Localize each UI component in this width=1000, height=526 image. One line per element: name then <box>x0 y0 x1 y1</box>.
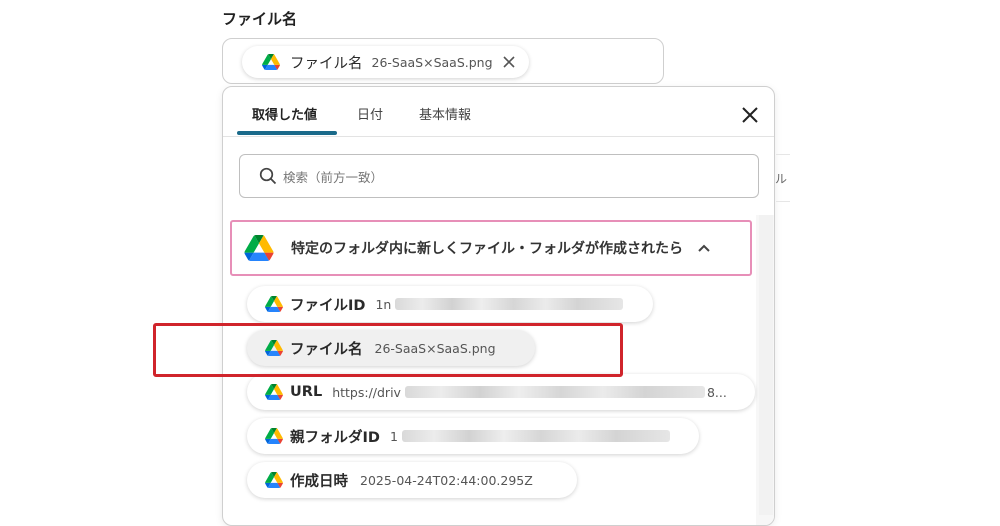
trigger-group-header[interactable]: 特定のフォルダ内に新しくファイル・フォルダが作成されたら <box>230 220 752 276</box>
redacted-value <box>401 430 670 442</box>
background-divider <box>776 201 790 202</box>
trigger-label: 特定のフォルダ内に新しくファイル・フォルダが作成されたら <box>291 241 683 257</box>
item-name: ファイルID <box>290 297 366 314</box>
redacted-value <box>404 386 705 398</box>
item-name: 親フォルダID <box>290 429 380 446</box>
selected-value-chip[interactable]: ファイル名 26-SaaS×SaaS.png <box>242 46 529 78</box>
tab-basic-info[interactable]: 基本情報 <box>419 104 471 123</box>
item-name: 作成日時 <box>290 473 348 490</box>
list-item-created-at[interactable]: 作成日時 2025-04-24T02:44:00.295Z <box>247 462 577 498</box>
item-value: 1 <box>389 428 398 444</box>
redacted-value <box>395 298 624 310</box>
item-value-suffix: 8... <box>706 384 727 400</box>
google-drive-icon <box>262 54 280 70</box>
scrollbar-thumb[interactable] <box>759 215 773 515</box>
active-tab-indicator <box>237 131 337 135</box>
chevron-up-icon[interactable] <box>697 243 711 253</box>
search-placeholder: 検索（前方一致） <box>283 169 384 185</box>
item-value: 2025-04-24T02:44:00.295Z <box>360 472 533 488</box>
tab-retrieved-values[interactable]: 取得した値 <box>252 104 317 123</box>
search-input[interactable]: 検索（前方一致） <box>239 154 759 198</box>
list-item-url[interactable]: URL https://driv 8... <box>247 374 755 410</box>
field-label: ファイル名 <box>222 10 298 28</box>
list-item-parent-folder-id[interactable]: 親フォルダID 1 <box>247 418 699 454</box>
google-drive-icon <box>265 296 283 312</box>
close-icon[interactable] <box>741 106 759 124</box>
google-drive-icon <box>265 472 283 488</box>
remove-icon[interactable] <box>502 56 515 68</box>
chip-name: ファイル名 <box>290 55 363 72</box>
google-drive-icon <box>265 428 283 444</box>
background-divider <box>776 154 790 155</box>
tab-date[interactable]: 日付 <box>357 104 383 123</box>
search-icon <box>259 167 277 185</box>
chip-value: 26-SaaS×SaaS.png <box>371 54 493 70</box>
google-drive-icon <box>244 235 274 261</box>
value-picker-popup: 取得した値 日付 基本情報 検索（前方一致） 特定のフォルダ内に新しくファイル・… <box>222 86 775 526</box>
annotation-highlight-box <box>153 323 623 377</box>
item-value: 1n <box>375 296 392 312</box>
list-item-file-id[interactable]: ファイルID 1n <box>247 286 653 322</box>
item-value: https://driv <box>332 384 401 400</box>
background-text: ル <box>775 172 788 186</box>
tab-bar: 取得した値 日付 基本情報 <box>223 87 774 137</box>
item-name: URL <box>290 384 323 400</box>
google-drive-icon <box>265 384 283 400</box>
